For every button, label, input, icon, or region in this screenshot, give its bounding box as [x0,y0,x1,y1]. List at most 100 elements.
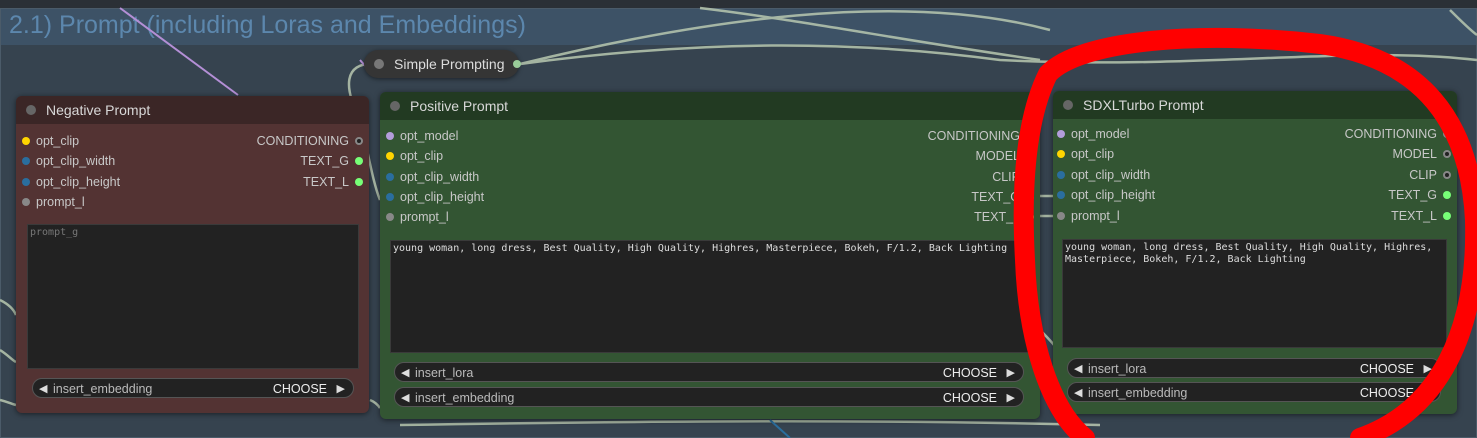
input-prompt-l[interactable]: prompt_l [22,193,85,211]
arrow-right-icon[interactable]: ▶ [1007,388,1015,408]
input-opt-clip[interactable]: opt_clip [22,132,79,150]
output-label: CONDITIONING [256,134,349,148]
clip-pin-icon[interactable] [1057,150,1065,158]
output-pin[interactable] [355,157,363,165]
model-pin-icon[interactable] [386,132,394,140]
output-label: CLIP [1409,168,1437,182]
input-opt-clip-width[interactable]: opt_clip_width [22,152,116,170]
output-text-l[interactable]: TEXT_L [1391,207,1451,225]
node-title-bar[interactable]: SDXLTurbo Prompt [1053,91,1457,119]
prompt-g-textarea[interactable]: young woman, long dress, Best Quality, H… [390,240,1031,353]
output-text-l[interactable]: TEXT_L [303,173,363,191]
output-pin[interactable] [1443,212,1451,220]
output-pin[interactable] [1026,173,1034,181]
insert-embedding-combo[interactable]: ◀ insert_embedding CHOOSE ▶ [32,378,354,398]
output-text-g[interactable]: TEXT_G [1388,186,1451,204]
negative-prompt-node[interactable]: Negative Prompt opt_clip opt_clip_width … [16,96,369,413]
insert-embedding-combo[interactable]: ◀ insert_embedding CHOOSE ▶ [394,387,1024,407]
int-pin-icon[interactable] [386,193,394,201]
combo-label: insert_lora [1088,362,1147,376]
output-conditioning[interactable]: CONDITIONING [1344,125,1451,143]
insert-lora-combo[interactable]: ◀ insert_lora CHOOSE ▶ [394,362,1024,382]
input-opt-clip-width[interactable]: opt_clip_width [386,168,480,186]
arrow-left-icon[interactable]: ◀ [401,388,409,408]
simple-prompting-node[interactable]: Simple Prompting [364,50,521,78]
collapse-dot-icon[interactable] [374,59,384,69]
output-label: TEXT_L [303,175,349,189]
insert-embedding-combo[interactable]: ◀ insert_embedding CHOOSE ▶ [1067,382,1441,402]
output-text-l[interactable]: TEXT_L [974,208,1034,226]
combo-value: CHOOSE [942,366,997,380]
insert-lora-combo[interactable]: ◀ insert_lora CHOOSE ▶ [1067,358,1441,378]
output-pin[interactable] [1443,191,1451,199]
node-title-bar[interactable]: Negative Prompt [16,96,369,124]
output-pin[interactable] [1026,213,1034,221]
output-pin[interactable] [355,178,363,186]
int-pin-icon[interactable] [1057,171,1065,179]
input-label: opt_clip_height [400,190,485,204]
clip-pin-icon[interactable] [386,152,394,160]
clip-pin-icon[interactable] [22,137,30,145]
output-pin[interactable] [1443,130,1451,138]
string-pin-icon[interactable] [1057,212,1065,220]
input-label: prompt_l [36,195,85,209]
int-pin-icon[interactable] [22,178,30,186]
output-conditioning[interactable]: CONDITIONING [928,127,1034,145]
collapse-dot-icon[interactable] [26,105,36,115]
input-opt-clip-width[interactable]: opt_clip_width [1057,166,1150,184]
input-opt-clip-height[interactable]: opt_clip_height [1057,186,1155,204]
input-label: opt_clip [1071,147,1115,161]
arrow-left-icon[interactable]: ◀ [1074,359,1082,379]
output-pin[interactable] [1026,132,1034,140]
arrow-right-icon[interactable]: ▶ [1424,383,1432,403]
int-pin-icon[interactable] [1057,191,1065,199]
output-pin[interactable] [1443,150,1451,158]
prompt-g-textarea[interactable]: young woman, long dress, Best Quality, H… [1062,239,1447,348]
input-label: opt_model [1071,127,1130,141]
output-model[interactable]: MODEL [976,147,1034,165]
output-pin[interactable] [1443,171,1451,179]
string-pin-icon[interactable] [386,213,394,221]
output-text-g[interactable]: TEXT_G [300,152,363,170]
input-label: opt_clip_width [36,154,116,168]
arrow-left-icon[interactable]: ◀ [39,379,47,399]
input-opt-clip[interactable]: opt_clip [386,147,443,165]
sdxlturbo-prompt-node[interactable]: SDXLTurbo Prompt opt_model opt_clip opt_… [1053,91,1457,414]
output-model[interactable]: MODEL [1393,145,1451,163]
int-pin-icon[interactable] [22,157,30,165]
arrow-left-icon[interactable]: ◀ [401,363,409,383]
input-opt-model[interactable]: opt_model [386,127,459,145]
arrow-left-icon[interactable]: ◀ [1074,383,1082,403]
input-opt-clip[interactable]: opt_clip [1057,145,1115,163]
model-pin-icon[interactable] [1057,130,1065,138]
positive-prompt-node[interactable]: Positive Prompt opt_model opt_clip opt_c… [380,92,1040,419]
output-clip[interactable]: CLIP [992,168,1034,186]
arrow-right-icon[interactable]: ▶ [1007,363,1015,383]
output-clip[interactable]: CLIP [1409,166,1451,184]
output-label: CONDITIONING [1344,127,1437,141]
input-prompt-l[interactable]: prompt_l [386,208,449,226]
arrow-right-icon[interactable]: ▶ [1424,359,1432,379]
input-label: opt_model [400,129,459,143]
output-pin[interactable] [1026,152,1034,160]
input-opt-clip-height[interactable]: opt_clip_height [22,173,120,191]
input-opt-model[interactable]: opt_model [1057,125,1130,143]
input-opt-clip-height[interactable]: opt_clip_height [386,188,485,206]
input-label: opt_clip_width [400,170,480,184]
int-pin-icon[interactable] [386,173,394,181]
input-prompt-l[interactable]: prompt_l [1057,207,1120,225]
collapse-dot-icon[interactable] [390,101,400,111]
string-pin-icon[interactable] [22,198,30,206]
output-conditioning[interactable]: CONDITIONING [256,132,363,150]
prompt-g-textarea[interactable]: prompt_g [27,224,359,369]
node-canvas[interactable]: 2.1) Prompt (including Loras and Embeddi… [0,0,1477,438]
output-pin[interactable] [513,60,521,68]
node-title: Simple Prompting [394,56,505,72]
output-pin[interactable] [1026,193,1034,201]
output-text-g[interactable]: TEXT_G [971,188,1034,206]
arrow-right-icon[interactable]: ▶ [337,379,345,399]
output-pin[interactable] [355,137,363,145]
node-title-bar[interactable]: Positive Prompt [380,92,1040,120]
combo-label: insert_lora [415,366,474,380]
collapse-dot-icon[interactable] [1063,100,1073,110]
